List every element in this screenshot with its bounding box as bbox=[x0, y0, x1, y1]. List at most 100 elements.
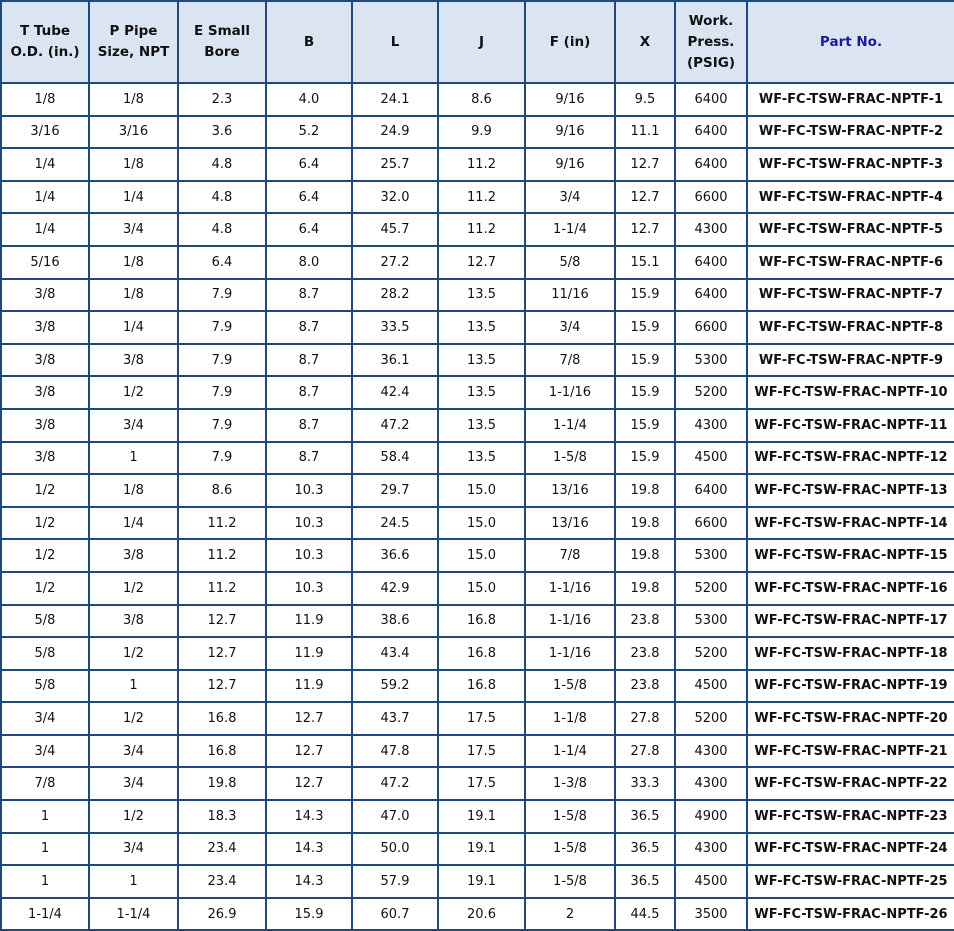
cell-f: 1-5/8 bbox=[524, 864, 616, 899]
cell-j: 11.2 bbox=[437, 179, 526, 215]
cell-small-bore: 7.9 bbox=[177, 440, 267, 476]
table-row: 1/2 1/4 11.2 10.3 24.5 15.0 13/16 19.8 6600 WF-FC… bbox=[0, 505, 954, 541]
header-text: O.D. (in.) bbox=[10, 44, 80, 60]
cell-work-pressure: 6400 bbox=[674, 244, 748, 280]
cell-f: 9/16 bbox=[524, 114, 616, 150]
table-row: 3/8 1 7.9 8.7 58.4 13.5 1-5/8 15.9 4500 WF-FC-TSW… bbox=[0, 440, 954, 476]
cell-j: 13.5 bbox=[437, 342, 526, 378]
cell-tube-od: 3/16 bbox=[0, 114, 90, 150]
cell-x: 19.8 bbox=[614, 473, 676, 508]
cell-part-no: WF-FC-TSW-FRAC-NPTF-3 bbox=[746, 147, 954, 182]
cell-tube-od: 3/4 bbox=[0, 733, 90, 769]
cell-f: 3/4 bbox=[524, 310, 616, 345]
header-text: Part No. bbox=[819, 33, 883, 50]
cell-b: 8.7 bbox=[265, 407, 353, 443]
cell-part-no: WF-FC-TSW-FRAC-NPTF-17 bbox=[746, 603, 954, 639]
cell-f: 3/4 bbox=[524, 179, 616, 215]
cell-x: 33.3 bbox=[614, 766, 676, 802]
table-body: 1/8 1/8 2.3 4.0 24.1 8.6 9/16 9.5 6400 WF-FC-TSW-… bbox=[0, 82, 954, 931]
cell-pipe-size: 1/8 bbox=[88, 277, 179, 313]
cell-b: 8.0 bbox=[265, 244, 353, 280]
cell-b: 8.7 bbox=[265, 375, 353, 410]
cell-f: 13/16 bbox=[524, 505, 616, 541]
cell-j: 17.5 bbox=[437, 701, 526, 736]
fitting-spec-table: T Tube O.D. (in.) P Pipe Size, NPT E Small Bo… bbox=[0, 0, 954, 931]
cell-b: 10.3 bbox=[265, 505, 353, 541]
cell-part-no: WF-FC-TSW-FRAC-NPTF-13 bbox=[746, 473, 954, 508]
cell-small-bore: 16.8 bbox=[177, 733, 267, 769]
cell-b: 12.7 bbox=[265, 766, 353, 802]
cell-j: 13.5 bbox=[437, 310, 526, 345]
table-row: 1 1 23.4 14.3 57.9 19.1 1-5/8 36.5 4500 WF-FC-TSW… bbox=[0, 864, 954, 899]
table-row: 3/8 1/2 7.9 8.7 42.4 13.5 1-1/16 15.9 5200 WF-FC-… bbox=[0, 375, 954, 410]
header-text: Size, NPT bbox=[97, 44, 170, 60]
cell-work-pressure: 6400 bbox=[674, 473, 748, 508]
cell-j: 13.5 bbox=[437, 407, 526, 443]
cell-j: 12.7 bbox=[437, 244, 526, 280]
header-text: Work. bbox=[688, 12, 734, 29]
header-text: J bbox=[478, 33, 485, 50]
cell-x: 23.8 bbox=[614, 636, 676, 671]
cell-pipe-size: 3/4 bbox=[88, 407, 179, 443]
cell-work-pressure: 5200 bbox=[674, 701, 748, 736]
table-row: 5/8 3/8 12.7 11.9 38.6 16.8 1-1/16 23.8 5300 WF-F… bbox=[0, 603, 954, 639]
cell-part-no: WF-FC-TSW-FRAC-NPTF-18 bbox=[746, 636, 954, 671]
cell-part-no: WF-FC-TSW-FRAC-NPTF-23 bbox=[746, 799, 954, 834]
cell-x: 15.9 bbox=[614, 407, 676, 443]
cell-small-bore: 7.9 bbox=[177, 310, 267, 345]
cell-work-pressure: 6400 bbox=[674, 114, 748, 150]
cell-x: 23.8 bbox=[614, 603, 676, 639]
cell-pipe-size: 3/8 bbox=[88, 538, 179, 573]
cell-tube-od: 5/8 bbox=[0, 636, 90, 671]
cell-x: 19.8 bbox=[614, 570, 676, 606]
cell-l: 50.0 bbox=[351, 831, 439, 867]
column-header-x: X bbox=[614, 0, 676, 84]
cell-f: 9/16 bbox=[524, 147, 616, 182]
cell-l: 24.9 bbox=[351, 114, 439, 150]
cell-j: 13.5 bbox=[437, 440, 526, 476]
cell-j: 15.0 bbox=[437, 570, 526, 606]
cell-pipe-size: 1/8 bbox=[88, 82, 179, 117]
cell-tube-od: 1/8 bbox=[0, 82, 90, 117]
cell-j: 11.2 bbox=[437, 212, 526, 247]
cell-l: 28.2 bbox=[351, 277, 439, 313]
table-row: 3/8 3/8 7.9 8.7 36.1 13.5 7/8 15.9 5300 WF-FC-TSW… bbox=[0, 342, 954, 378]
cell-pipe-size: 1/4 bbox=[88, 310, 179, 345]
cell-j: 20.6 bbox=[437, 896, 526, 931]
cell-l: 47.2 bbox=[351, 407, 439, 443]
header-text: (PSIG) bbox=[686, 54, 736, 71]
header-text: E Small bbox=[193, 23, 251, 39]
cell-part-no: WF-FC-TSW-FRAC-NPTF-22 bbox=[746, 766, 954, 802]
cell-l: 32.0 bbox=[351, 179, 439, 215]
cell-f: 1-1/16 bbox=[524, 636, 616, 671]
cell-f: 1-5/8 bbox=[524, 440, 616, 476]
cell-small-bore: 7.9 bbox=[177, 342, 267, 378]
cell-tube-od: 3/8 bbox=[0, 375, 90, 410]
cell-small-bore: 23.4 bbox=[177, 864, 267, 899]
cell-small-bore: 4.8 bbox=[177, 212, 267, 247]
cell-work-pressure: 3500 bbox=[674, 896, 748, 931]
cell-l: 33.5 bbox=[351, 310, 439, 345]
cell-tube-od: 1 bbox=[0, 831, 90, 867]
cell-pipe-size: 1 bbox=[88, 668, 179, 704]
cell-l: 47.0 bbox=[351, 799, 439, 834]
cell-x: 15.9 bbox=[614, 277, 676, 313]
cell-work-pressure: 4300 bbox=[674, 407, 748, 443]
cell-work-pressure: 5300 bbox=[674, 538, 748, 573]
cell-part-no: WF-FC-TSW-FRAC-NPTF-6 bbox=[746, 244, 954, 280]
cell-part-no: WF-FC-TSW-FRAC-NPTF-12 bbox=[746, 440, 954, 476]
cell-tube-od: 1/4 bbox=[0, 147, 90, 182]
cell-j: 17.5 bbox=[437, 766, 526, 802]
cell-part-no: WF-FC-TSW-FRAC-NPTF-4 bbox=[746, 179, 954, 215]
cell-l: 27.2 bbox=[351, 244, 439, 280]
cell-b: 12.7 bbox=[265, 733, 353, 769]
cell-x: 19.8 bbox=[614, 505, 676, 541]
cell-pipe-size: 1 bbox=[88, 864, 179, 899]
cell-x: 15.9 bbox=[614, 440, 676, 476]
cell-l: 47.2 bbox=[351, 766, 439, 802]
cell-pipe-size: 1/4 bbox=[88, 179, 179, 215]
column-header-b: B bbox=[265, 0, 353, 84]
header-text: T Tube bbox=[19, 23, 71, 39]
table-row: 1/2 1/2 11.2 10.3 42.9 15.0 1-1/16 19.8 5200 WF-F… bbox=[0, 570, 954, 606]
cell-x: 11.1 bbox=[614, 114, 676, 150]
